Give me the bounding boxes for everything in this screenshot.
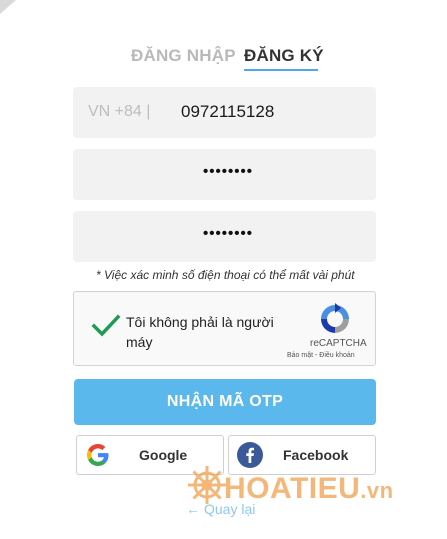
watermark-tld: .vn bbox=[360, 478, 394, 503]
checkmark-icon[interactable] bbox=[91, 313, 121, 339]
auth-tabs: ĐĂNG NHẬP ĐĂNG KÝ bbox=[0, 46, 447, 76]
tab-login[interactable]: ĐĂNG NHẬP bbox=[131, 46, 236, 66]
tab-register[interactable]: ĐĂNG KÝ bbox=[244, 46, 324, 66]
verification-note: * Việc xác minh số điện thoại có thể mất… bbox=[96, 268, 355, 282]
facebook-label: Facebook bbox=[283, 447, 349, 463]
corner-shape-icon bbox=[0, 0, 16, 14]
password-value: •••••••• bbox=[203, 163, 254, 180]
recaptcha-logo-icon bbox=[321, 303, 349, 333]
password-input[interactable]: •••••••• bbox=[73, 149, 376, 200]
watermark-text: HOATIEU.vn bbox=[224, 472, 394, 506]
recaptcha-links[interactable]: Bảo mật - Điều khoản bbox=[287, 352, 355, 359]
captcha-label: Tôi không phải là người máy bbox=[126, 314, 274, 350]
ship-wheel-icon bbox=[188, 466, 226, 504]
hoatieu-watermark: HOATIEU.vn bbox=[186, 462, 446, 512]
get-otp-button[interactable]: NHẬN MÃ OTP bbox=[74, 379, 376, 425]
google-label: Google bbox=[139, 447, 188, 463]
recaptcha-brand: reCAPTCHA bbox=[310, 338, 367, 349]
watermark-name: HOATIEU bbox=[224, 472, 361, 505]
confirm-password-input[interactable]: •••••••• bbox=[73, 211, 376, 262]
google-icon bbox=[87, 444, 109, 466]
phone-value: 0972115128 bbox=[181, 102, 275, 121]
country-code-prefix[interactable]: VN +84 | bbox=[88, 103, 150, 121]
confirm-password-value: •••••••• bbox=[203, 225, 254, 242]
phone-input[interactable]: VN +84 | 0972115128 bbox=[73, 87, 376, 138]
active-tab-indicator bbox=[244, 69, 318, 71]
recaptcha-widget: Tôi không phải là người máy reCAPTCHA Bả… bbox=[73, 291, 376, 366]
